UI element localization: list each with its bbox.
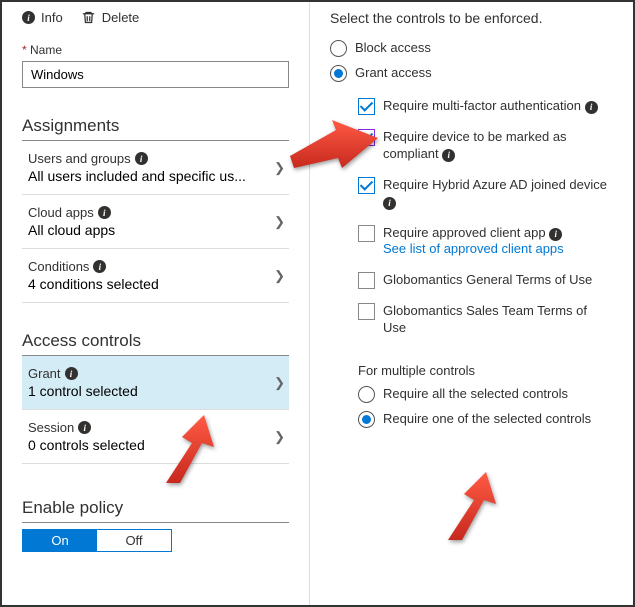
radio-icon — [358, 386, 375, 403]
require-one-label: Require one of the selected controls — [383, 411, 591, 426]
block-access-radio[interactable]: Block access — [330, 40, 613, 57]
chevron-right-icon: ❯ — [274, 268, 285, 284]
conditions-row[interactable]: Conditions i 4 conditions selected ❯ — [22, 249, 289, 303]
require-mfa-checkbox[interactable]: Require multi-factor authentication i — [358, 98, 613, 115]
tou-general-label: Globomantics General Terms of Use — [383, 272, 592, 289]
trash-icon — [81, 10, 96, 25]
checkbox-icon — [358, 98, 375, 115]
info-icon: i — [585, 101, 598, 114]
name-input[interactable] — [22, 61, 289, 88]
require-approved-app-checkbox[interactable]: Require approved client app i See list o… — [358, 225, 613, 259]
cloudapps-title: Cloud apps — [28, 205, 94, 220]
multiple-controls-header: For multiple controls — [358, 363, 613, 378]
chevron-right-icon: ❯ — [274, 429, 285, 445]
session-row[interactable]: Session i 0 controls selected ❯ — [22, 410, 289, 464]
info-icon: i — [93, 260, 106, 273]
toggle-on[interactable]: On — [23, 530, 97, 551]
conditions-title: Conditions — [28, 259, 89, 274]
name-label: * Name — [22, 43, 289, 57]
require-all-label: Require all the selected controls — [383, 386, 568, 401]
require-one-radio[interactable]: Require one of the selected controls — [358, 411, 613, 428]
cloudapps-sub: All cloud apps — [28, 222, 115, 238]
radio-icon — [358, 411, 375, 428]
session-sub: 0 controls selected — [28, 437, 145, 453]
info-icon: i — [135, 152, 148, 165]
cloud-apps-row[interactable]: Cloud apps i All cloud apps ❯ — [22, 195, 289, 249]
tou-general-checkbox[interactable]: Globomantics General Terms of Use — [358, 272, 613, 289]
radio-icon — [330, 40, 347, 57]
delete-button[interactable]: Delete — [81, 10, 140, 25]
info-icon: i — [549, 228, 562, 241]
require-hybrid-checkbox[interactable]: Require Hybrid Azure AD joined device i — [358, 177, 613, 211]
chevron-right-icon: ❯ — [274, 214, 285, 230]
checkbox-icon — [358, 272, 375, 289]
access-controls-header: Access controls — [22, 331, 289, 356]
info-icon: i — [383, 197, 396, 210]
grant-title: Grant — [28, 366, 61, 381]
enable-policy-toggle[interactable]: On Off — [22, 529, 172, 552]
info-icon: i — [98, 206, 111, 219]
info-label: Info — [41, 10, 63, 25]
conditions-sub: 4 conditions selected — [28, 276, 159, 292]
checkbox-icon — [358, 303, 375, 320]
users-sub: All users included and specific us... — [28, 168, 246, 184]
info-icon: i — [78, 421, 91, 434]
grant-access-label: Grant access — [355, 65, 432, 80]
grant-access-radio[interactable]: Grant access — [330, 65, 613, 82]
session-title: Session — [28, 420, 74, 435]
tou-sales-label: Globomantics Sales Team Terms of Use — [383, 303, 613, 337]
require-hybrid-label: Require Hybrid Azure AD joined device — [383, 177, 607, 192]
chevron-right-icon: ❯ — [274, 160, 285, 176]
checkbox-icon — [358, 177, 375, 194]
approved-apps-link[interactable]: See list of approved client apps — [383, 241, 564, 256]
enable-policy-header: Enable policy — [22, 498, 289, 523]
info-button[interactable]: i Info — [22, 10, 63, 25]
require-compliant-label: Require device to be marked as compliant — [383, 129, 567, 161]
require-mfa-label: Require multi-factor authentication — [383, 98, 581, 113]
tou-sales-checkbox[interactable]: Globomantics Sales Team Terms of Use — [358, 303, 613, 337]
require-approved-label: Require approved client app — [383, 225, 546, 240]
assignments-header: Assignments — [22, 116, 289, 141]
require-compliant-checkbox[interactable]: Require device to be marked as compliant… — [358, 129, 613, 163]
toggle-off[interactable]: Off — [97, 530, 171, 551]
controls-title: Select the controls to be enforced. — [330, 10, 613, 26]
users-and-groups-row[interactable]: Users and groups i All users included an… — [22, 141, 289, 195]
chevron-right-icon: ❯ — [274, 375, 285, 391]
grant-row[interactable]: Grant i 1 control selected ❯ — [22, 356, 289, 410]
info-icon: i — [65, 367, 78, 380]
info-icon: i — [22, 11, 35, 24]
grant-sub: 1 control selected — [28, 383, 138, 399]
users-title: Users and groups — [28, 151, 131, 166]
checkbox-icon — [358, 225, 375, 242]
block-access-label: Block access — [355, 40, 431, 55]
require-all-radio[interactable]: Require all the selected controls — [358, 386, 613, 403]
radio-icon — [330, 65, 347, 82]
checkbox-icon — [358, 129, 375, 146]
delete-label: Delete — [102, 10, 140, 25]
info-icon: i — [442, 149, 455, 162]
